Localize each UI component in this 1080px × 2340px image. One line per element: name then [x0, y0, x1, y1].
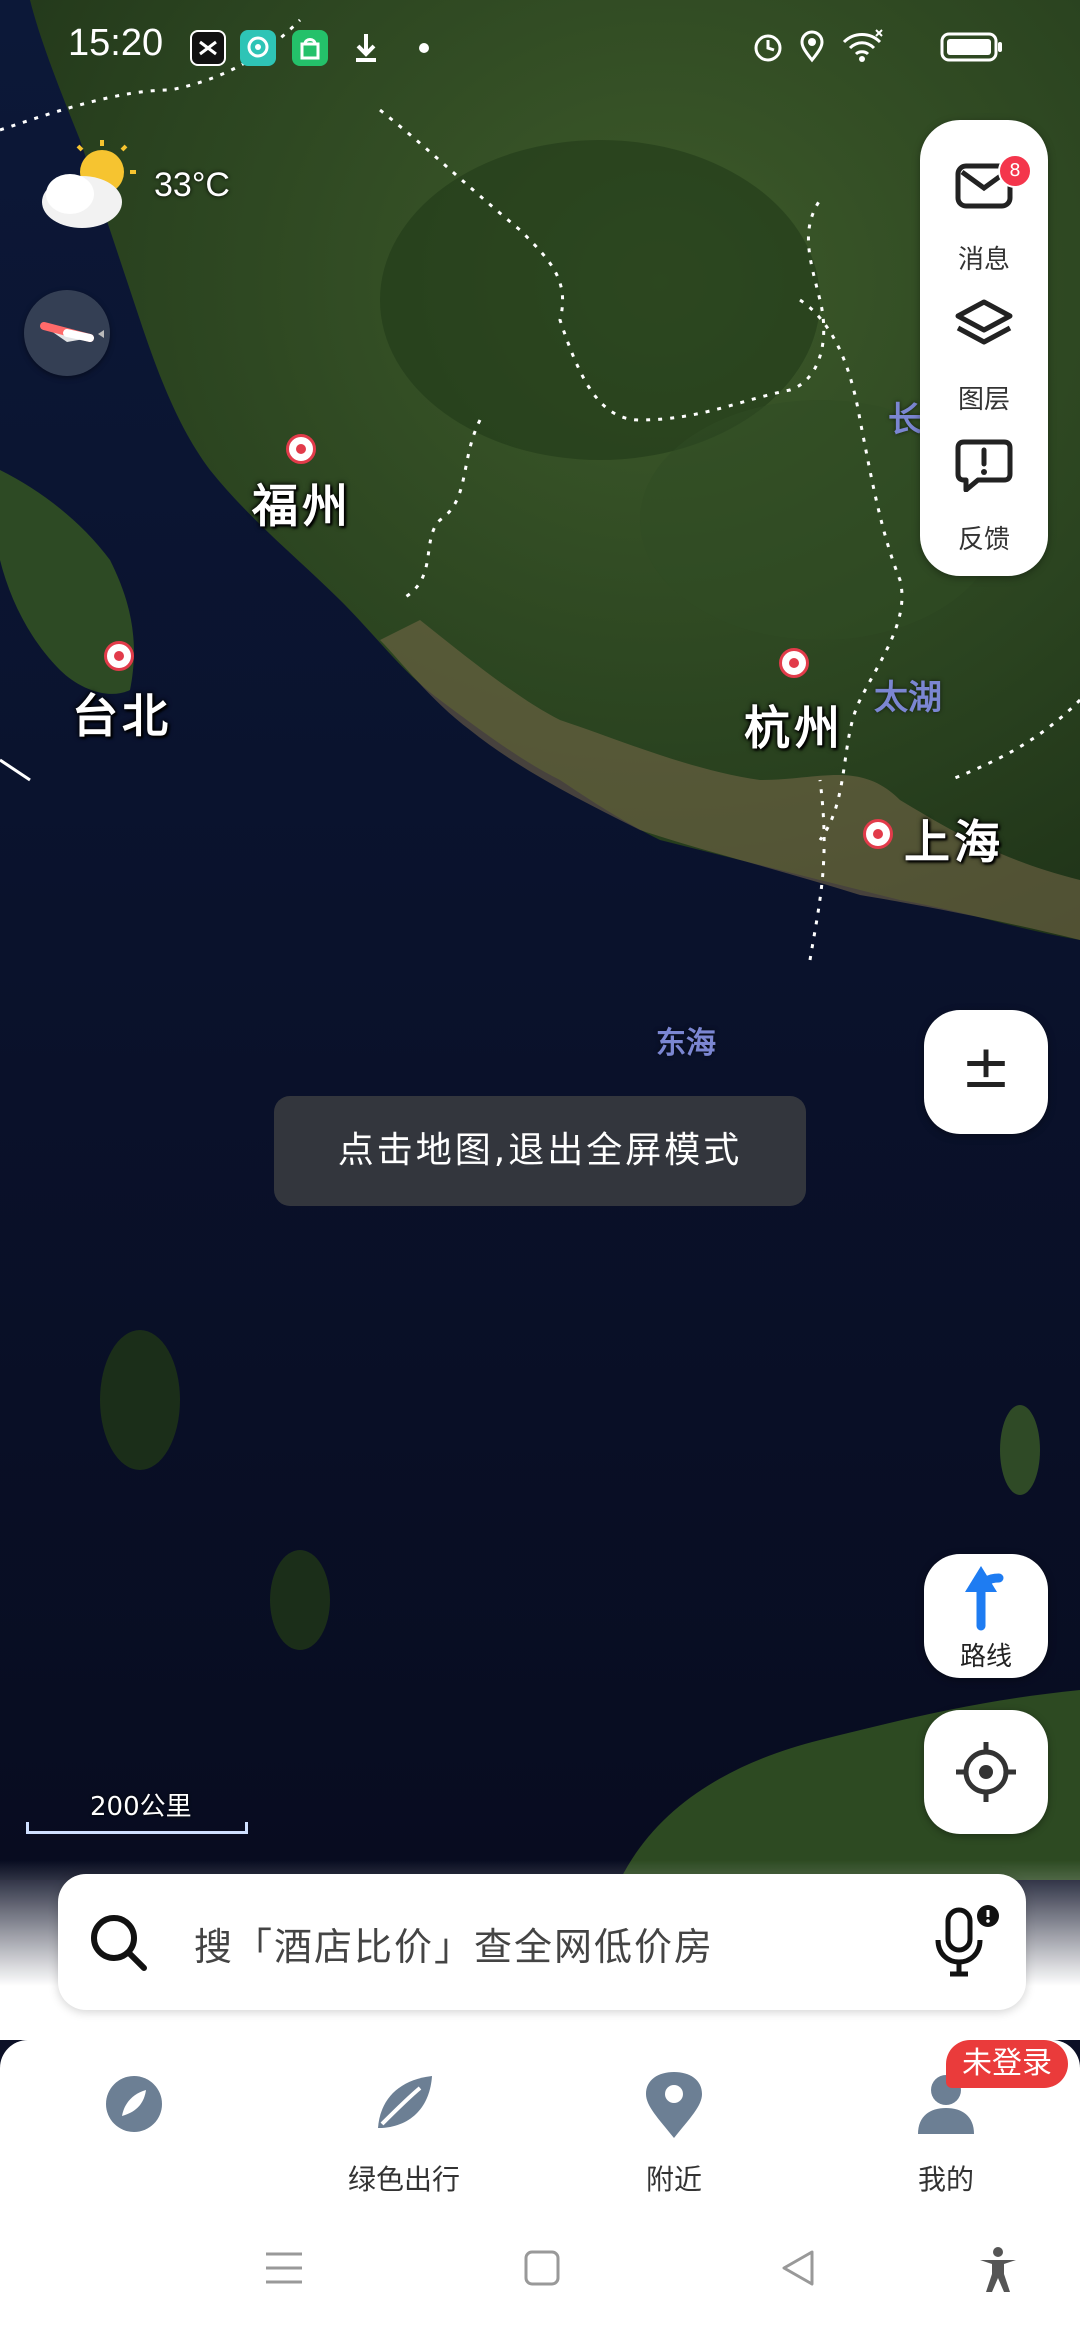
compass-button[interactable] — [24, 290, 110, 376]
capcut-icon — [190, 30, 226, 66]
feedback-button[interactable]: 反馈 — [920, 430, 1048, 560]
locate-button[interactable] — [924, 1710, 1048, 1834]
nav-nearby[interactable]: 附近 — [574, 2058, 774, 2208]
download-icon — [348, 30, 384, 66]
menu-icon[interactable] — [262, 2246, 306, 2294]
city-marker-fuzhou[interactable] — [286, 434, 316, 464]
weather-widget[interactable]: 33°C — [36, 136, 256, 236]
microphone-icon — [935, 1905, 999, 1977]
toast-message: 点击地图,退出全屏模式 — [274, 1096, 806, 1206]
layers-label: 图层 — [957, 385, 1010, 415]
nav-nearby-label: 附近 — [645, 2163, 702, 2196]
city-label-fuzhou[interactable]: 福州 — [252, 470, 352, 536]
zoom-button[interactable]: ± — [924, 1010, 1048, 1134]
water-label-chang: 长 — [888, 400, 922, 440]
battery-icon — [940, 28, 1004, 68]
nav-green-travel[interactable]: 绿色出行 — [304, 2058, 504, 2208]
city-label-hangzhou[interactable]: 杭州 — [744, 692, 844, 758]
search-icon — [91, 1915, 147, 1971]
water-label-taihu: 太湖 — [874, 678, 942, 718]
map-side-panel: 8 消息 图层 反馈 — [920, 120, 1048, 576]
location-icon — [794, 28, 830, 68]
system-navigation-bar — [0, 2212, 1080, 2340]
messages-button[interactable]: 8 消息 — [920, 150, 1048, 280]
partly-cloudy-icon — [42, 140, 136, 228]
discover-icon — [106, 2076, 162, 2132]
back-icon[interactable] — [776, 2246, 820, 2294]
messages-label: 消息 — [957, 245, 1010, 275]
leaf-icon — [378, 2076, 432, 2128]
nav-profile-label: 我的 — [917, 2163, 974, 2196]
status-time: 15:20 — [68, 22, 164, 64]
layers-button[interactable]: 图层 — [920, 290, 1048, 420]
compass-icon — [40, 322, 104, 342]
accessibility-icon[interactable] — [976, 2246, 1020, 2298]
home-icon[interactable] — [520, 2246, 564, 2294]
chat-bubble-icon — [240, 30, 276, 66]
locate-icon — [956, 1742, 1016, 1802]
city-marker-hangzhou[interactable] — [779, 648, 809, 678]
alarm-icon — [750, 28, 786, 68]
route-button[interactable]: 路线 — [924, 1554, 1048, 1678]
city-label-shanghai[interactable]: 上海 — [904, 806, 1004, 872]
bottom-navigation: 绿色出行 附近 我的 — [0, 2040, 1080, 2212]
map-imagery — [0, 0, 1080, 1880]
route-label: 路线 — [959, 1642, 1012, 1672]
route-arrow-icon — [965, 1566, 1004, 1631]
layers-icon — [955, 299, 1013, 345]
nearby-pin-icon — [646, 2072, 702, 2138]
water-label-donghai: 东海 — [656, 1026, 716, 1061]
city-marker-shanghai[interactable] — [863, 819, 893, 849]
feedback-icon — [955, 439, 1013, 492]
weather-temperature: 33°C — [154, 166, 230, 204]
feedback-label: 反馈 — [957, 525, 1010, 555]
city-marker-taipei[interactable] — [104, 641, 134, 671]
search-placeholder: 搜「酒店比价」查全网低价房 — [194, 1925, 715, 1969]
voice-search-button[interactable] — [922, 1902, 1002, 1982]
wifi-icon — [840, 28, 884, 68]
dot-icon — [412, 30, 448, 66]
zoom-label: ± — [960, 1032, 1012, 1102]
nav-green-travel-label: 绿色出行 — [347, 2163, 460, 2196]
nav-discover[interactable] — [34, 2058, 234, 2208]
login-status-badge[interactable]: 未登录 — [946, 2040, 1068, 2088]
map-scale-label: 200公里 — [90, 1792, 192, 1822]
satellite-map[interactable]: 福州 台北 杭州 上海 太湖 东海 长 200公里 — [0, 0, 1080, 1880]
messages-badge: 8 — [998, 154, 1032, 188]
search-bar[interactable]: 搜「酒店比价」查全网低价房 — [58, 1874, 1026, 2010]
city-label-taipei[interactable]: 台北 — [72, 680, 172, 746]
map-scale-bar — [26, 1822, 248, 1834]
status-bar: 15:20 — [0, 0, 1080, 96]
shopping-bag-icon — [292, 30, 328, 66]
